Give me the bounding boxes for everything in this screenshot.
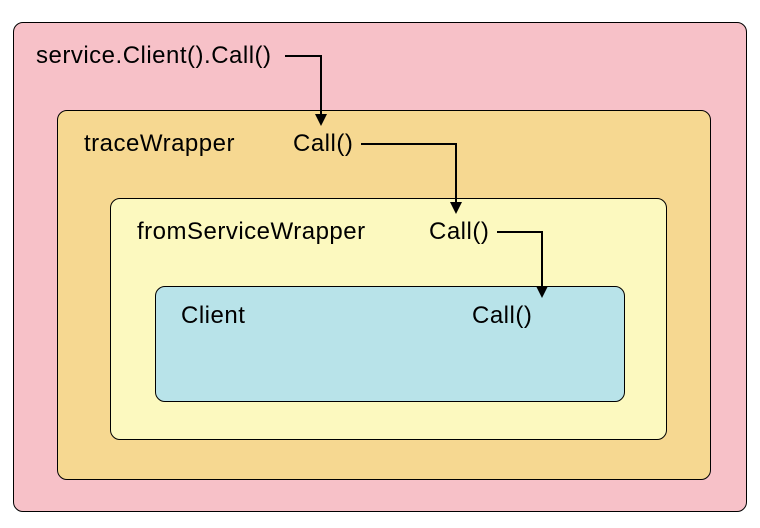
diagram-canvas: service.Client().Call() traceWrapper Cal… (0, 0, 760, 528)
arrow-from-to-client (0, 0, 760, 528)
